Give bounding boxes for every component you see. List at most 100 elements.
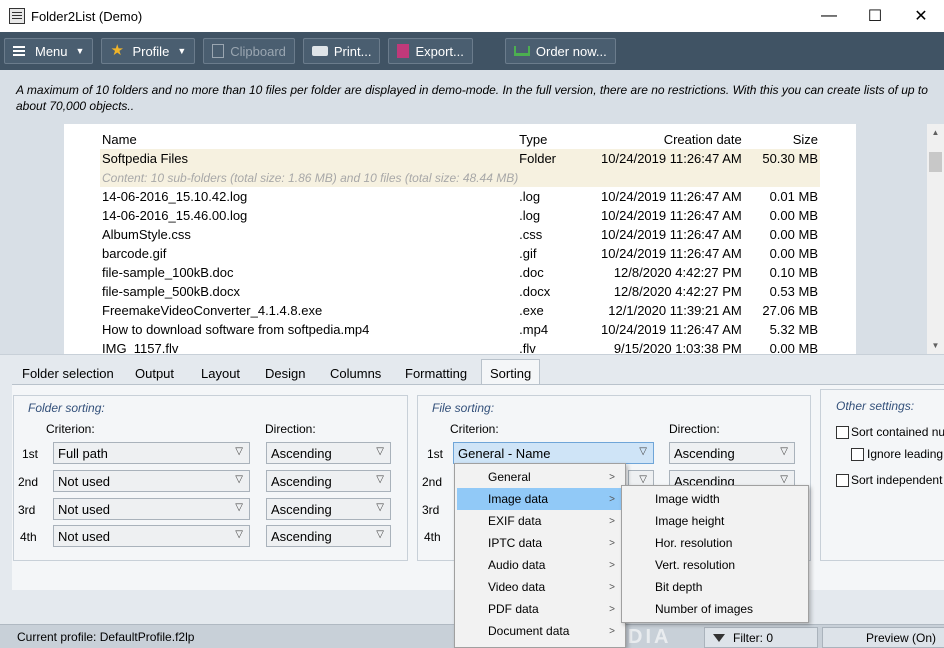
file-criterion-label: Criterion: <box>450 422 499 436</box>
title-bar: Folder2List (Demo) — ☐ ✕ <box>0 0 944 32</box>
tab-columns[interactable]: Columns <box>322 362 389 384</box>
sort-contained-label: Sort contained nu <box>851 425 944 439</box>
cart-icon <box>513 46 530 56</box>
preview-button[interactable]: Preview (On) <box>822 627 944 648</box>
menu-item-exif-data[interactable]: EXIF data > <box>457 510 623 532</box>
print-button[interactable]: Print... <box>302 38 381 64</box>
menu-item-video-data[interactable]: Video data > <box>457 576 623 598</box>
tab-layout[interactable]: Layout <box>193 362 248 384</box>
file-list: Name Type Creation date Size Softpedia F… <box>64 124 856 354</box>
export-button[interactable]: Export... <box>388 38 473 64</box>
cell-name: barcode.gif <box>102 246 167 261</box>
folder-direction-3-select[interactable]: Ascending ▽ <box>266 498 391 520</box>
tab-sorting[interactable]: Sorting <box>481 359 541 386</box>
menu-item-image-height[interactable]: Image height <box>624 510 806 532</box>
sort-contained-checkbox[interactable] <box>836 426 849 439</box>
folder-criterion-4-select[interactable]: Not used ▽ <box>53 525 250 547</box>
window-title: Folder2List (Demo) <box>31 8 143 24</box>
cell-type: .log <box>519 208 541 223</box>
file-direction-1-select[interactable]: Ascending ▽ <box>669 442 795 464</box>
menu-item-image-data[interactable]: Image data > <box>457 488 623 510</box>
tab-output[interactable]: Output <box>127 362 182 384</box>
rank-label: 4th <box>20 530 37 544</box>
cell-name: 14-06-2016_15.46.00.log <box>102 208 248 223</box>
table-row[interactable]: file-sample_500kB.docx .docx 12/8/2020 4:4… <box>100 282 820 301</box>
chevron-down-icon: ▽ <box>639 474 647 485</box>
file-criterion-1-select[interactable]: General - Name ▽ <box>453 442 654 464</box>
demo-info: A maximum of 10 folders and no more than… <box>0 70 944 124</box>
order-button[interactable]: Order now... <box>504 38 616 64</box>
chevron-down-icon: ▽ <box>235 502 243 513</box>
menu-item-bit-depth[interactable]: Bit depth <box>624 576 806 598</box>
folder-row[interactable]: Softpedia Files Folder 10/24/2019 11:26:… <box>100 149 820 168</box>
table-header: Name Type Creation date Size <box>100 130 820 149</box>
tab-folder-selection[interactable]: Folder selection <box>14 362 122 384</box>
chevron-down-icon: ▽ <box>780 446 788 457</box>
menu-item-image-width[interactable]: Image width <box>624 488 806 510</box>
cell-size: 27.06 MB <box>762 303 818 318</box>
filter-button[interactable]: Filter: 0 <box>704 627 818 648</box>
scroll-thumb[interactable] <box>929 152 942 172</box>
folder-criterion-2-select[interactable]: Not used ▽ <box>53 470 250 492</box>
sort-independent-checkbox[interactable] <box>836 474 849 487</box>
cell-size: 0.00 MB <box>769 227 818 242</box>
rank-label: 1st <box>427 447 444 461</box>
cell-type: .log <box>519 189 541 204</box>
star-icon: ★ <box>110 42 124 59</box>
select-value: General - Name <box>458 445 551 461</box>
clipboard-button[interactable]: Clipboard <box>203 38 295 64</box>
cell-name: file-sample_500kB.docx <box>102 284 241 299</box>
folder-criterion-1-select[interactable]: Full path ▽ <box>53 442 250 464</box>
folder-direction-2-select[interactable]: Ascending ▽ <box>266 470 391 492</box>
print-label: Print... <box>333 43 372 59</box>
table-row[interactable]: How to download software from softpedia.… <box>100 320 820 339</box>
menu-item-label: Document data <box>488 624 570 638</box>
menu-item-general[interactable]: General > <box>457 466 623 488</box>
menu-item-hor-resolution[interactable]: Hor. resolution <box>624 532 806 554</box>
list-scrollbar[interactable]: ▲ ▼ <box>927 124 944 354</box>
maximize-button[interactable]: ☐ <box>852 0 898 32</box>
menu-item-vert-resolution[interactable]: Vert. resolution <box>624 554 806 576</box>
profile-label: Profile <box>132 43 170 59</box>
settings-tabs: Folder selection Output Layout Design Co… <box>0 354 944 386</box>
menu-item-audio-data[interactable]: Audio data > <box>457 554 623 576</box>
folder-direction-4-select[interactable]: Ascending ▽ <box>266 525 391 547</box>
ignore-leading-checkbox[interactable] <box>851 448 864 461</box>
ignore-leading-label: Ignore leading <box>867 447 944 461</box>
minimize-button[interactable]: — <box>806 0 852 32</box>
scroll-down-icon[interactable]: ▼ <box>927 337 944 354</box>
table-row[interactable]: barcode.gif .gif 10/24/2019 11:26:47 AM 0.0… <box>100 244 820 263</box>
file-table: Name Type Creation date Size Softpedia F… <box>100 130 820 354</box>
menu-item-iptc-data[interactable]: IPTC data > <box>457 532 623 554</box>
table-row[interactable]: 14-06-2016_15.10.42.log .log 10/24/2019 11… <box>100 187 820 206</box>
table-row[interactable]: AlbumStyle.css .css 10/24/2019 11:26:47 AM… <box>100 225 820 244</box>
close-button[interactable]: ✕ <box>898 0 944 32</box>
menu-label: Menu <box>35 43 68 59</box>
header-type[interactable]: Type <box>517 130 595 149</box>
header-size[interactable]: Size <box>744 130 820 149</box>
chevron-down-icon: ▽ <box>235 446 243 457</box>
menu-button[interactable]: Menu ▼ <box>4 38 94 64</box>
tab-design[interactable]: Design <box>257 362 313 384</box>
export-label: Export... <box>415 43 464 59</box>
header-date[interactable]: Creation date <box>595 130 743 149</box>
cell-name: file-sample_100kB.doc <box>102 265 234 280</box>
tab-formatting[interactable]: Formatting <box>397 362 475 384</box>
header-name[interactable]: Name <box>100 130 517 149</box>
menu-item-number-of-images[interactable]: Number of images <box>624 598 806 620</box>
menu-item-document-data[interactable]: Document data > <box>457 620 623 642</box>
cell-name: FreemakeVideoConverter_4.1.4.8.exe <box>102 303 323 318</box>
folder-criterion-3-select[interactable]: Not used ▽ <box>53 498 250 520</box>
scroll-up-icon[interactable]: ▲ <box>927 124 944 141</box>
folder-direction-1-select[interactable]: Ascending ▽ <box>266 442 391 464</box>
table-row[interactable]: 14-06-2016_15.46.00.log .log 10/24/2019 11… <box>100 206 820 225</box>
menu-item-pdf-data[interactable]: PDF data > <box>457 598 623 620</box>
table-row[interactable]: file-sample_100kB.doc .doc 12/8/2020 4:42:… <box>100 263 820 282</box>
profile-button[interactable]: ★ Profile ▼ <box>101 38 196 64</box>
folder-criterion-label: Criterion: <box>46 422 95 436</box>
table-row[interactable]: FreemakeVideoConverter_4.1.4.8.exe .exe 12… <box>100 301 820 320</box>
cell-type: Folder <box>517 149 596 168</box>
chevron-right-icon: > <box>609 559 615 571</box>
chevron-down-icon: ▽ <box>235 529 243 540</box>
table-row[interactable]: IMG_1157.flv .flv 9/15/2020 1:03:38 PM 0.00… <box>100 339 820 354</box>
